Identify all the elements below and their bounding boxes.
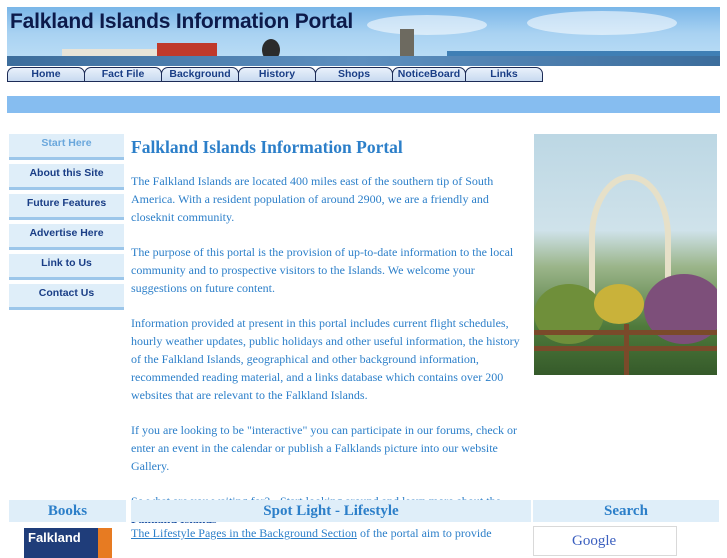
sidebar-item-link-to-us[interactable]: Link to Us	[9, 254, 124, 280]
tab-links[interactable]: Links	[465, 67, 543, 82]
main-content: Falkland Islands Information Portal The …	[131, 134, 531, 545]
tab-background[interactable]: Background	[161, 67, 239, 82]
spotlight-text: The Lifestyle Pages in the Background Se…	[131, 526, 531, 541]
tab-noticeboard[interactable]: NoticeBoard	[392, 67, 466, 82]
photo-fence-post	[624, 324, 629, 375]
spotlight-heading: Spot Light - Lifestyle	[131, 500, 531, 522]
spotlight-rest: of the portal aim to provide	[356, 526, 492, 540]
tab-history[interactable]: History	[238, 67, 316, 82]
banner-statue	[400, 29, 414, 59]
page-title: Falkland Islands Information Portal	[131, 137, 403, 157]
books-heading: Books	[9, 500, 126, 522]
google-logo: Google	[572, 533, 617, 549]
photo-bush	[534, 284, 604, 344]
sidebar: Start Here About this Site Future Featur…	[9, 134, 124, 314]
information-paragraph: Information provided at present in this …	[131, 316, 520, 402]
book-cover-text: Falkland	[28, 530, 81, 545]
sidebar-item-advertise[interactable]: Advertise Here	[9, 224, 124, 250]
site-title: Falkland Islands Information Portal	[10, 10, 354, 33]
main-nav: Home Fact File Background History Shops …	[7, 67, 547, 82]
book-cover-image[interactable]: Falkland	[24, 528, 112, 558]
intro-paragraph: The Falkland Islands are located 400 mil…	[131, 174, 494, 224]
banner-band	[7, 56, 720, 66]
tab-fact-file[interactable]: Fact File	[84, 67, 162, 82]
banner-red-roof	[157, 43, 217, 57]
site-banner: Falkland Islands Information Portal	[7, 7, 720, 66]
book-cover-stripe	[98, 528, 112, 558]
photo-yellow-flowers	[594, 284, 644, 324]
sidebar-item-contact[interactable]: Contact Us	[9, 284, 124, 310]
lifestyle-link[interactable]: The Lifestyle Pages in the Background Se…	[131, 526, 357, 540]
google-search-box[interactable]: Google	[533, 526, 677, 556]
sidebar-item-start-here[interactable]: Start Here	[9, 134, 124, 160]
tab-home[interactable]: Home	[7, 67, 85, 82]
divider-bar	[7, 96, 720, 113]
whalebone-arch-photo	[534, 134, 717, 375]
tab-shops[interactable]: Shops	[315, 67, 393, 82]
banner-cloud	[527, 11, 677, 35]
interactive-paragraph: If you are looking to be "interactive" y…	[131, 423, 517, 473]
banner-cloud	[367, 15, 487, 35]
sidebar-item-future-features[interactable]: Future Features	[9, 194, 124, 220]
purpose-paragraph: The purpose of this portal is the provis…	[131, 245, 514, 295]
search-heading: Search	[533, 500, 719, 522]
sidebar-item-about[interactable]: About this Site	[9, 164, 124, 190]
